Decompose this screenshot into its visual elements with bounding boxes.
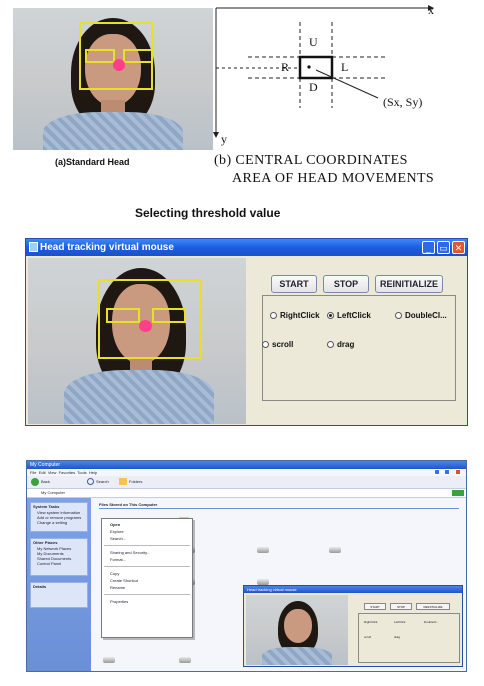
radio-drag[interactable]: drag: [327, 340, 354, 350]
radio-doubleclick[interactable]: DoubleCl...: [395, 311, 447, 321]
caption-central-coordinates-line2: AREA OF HEAD MOVEMENTS: [232, 171, 435, 186]
menu-view[interactable]: View: [48, 470, 57, 475]
side-item-control-panel[interactable]: Control Panel: [31, 561, 87, 566]
mini-camera-feed: [246, 595, 348, 665]
other-places-header: Other Places: [33, 540, 58, 545]
axis-x-label: x: [428, 3, 434, 17]
back-icon[interactable]: [31, 478, 39, 486]
menu-tools[interactable]: Tools: [77, 470, 86, 475]
drive-icon[interactable]: [329, 547, 341, 553]
menu-favorites[interactable]: Favorites: [59, 470, 75, 475]
center-point: [307, 65, 311, 69]
content-header: Files Stored on This Computer: [99, 502, 158, 507]
maximize-button[interactable]: ▭: [437, 241, 450, 254]
context-rename[interactable]: Rename: [102, 584, 192, 591]
search-icon[interactable]: [87, 478, 94, 485]
context-create-shortcut[interactable]: Create Shortcut: [102, 577, 192, 584]
search-button[interactable]: Search: [96, 479, 109, 484]
mini-radio-rightclick[interactable]: RightClick: [364, 620, 378, 625]
drive-icon[interactable]: [179, 657, 191, 663]
context-menu: Open Explore Search... Sharing and Secur…: [101, 518, 193, 638]
right-eye-box: [123, 49, 153, 63]
threshold-caption: Selecting threshold value: [135, 206, 281, 220]
region-down-label: D: [309, 80, 318, 94]
mini-reinitialize-button[interactable]: REINITIALIZE: [416, 603, 450, 610]
explorer-toolbar: Back Search Folders: [27, 476, 466, 489]
caption-standard-head: (a)Standard Head: [55, 157, 130, 167]
folders-icon[interactable]: [119, 478, 127, 485]
radio-leftclick[interactable]: LeftClick: [327, 311, 371, 321]
region-right-label: R: [281, 60, 290, 74]
window-titlebar[interactable]: Head tracking virtual mouse: [26, 239, 467, 256]
context-open[interactable]: Open: [102, 519, 192, 528]
drive-icon[interactable]: [257, 547, 269, 553]
radio-rightclick[interactable]: RightClick: [270, 311, 320, 321]
stop-button[interactable]: STOP: [323, 275, 369, 293]
head-movement-coordinates-diagram: [213, 5, 434, 138]
mini-radio-scroll[interactable]: scroll: [364, 635, 371, 640]
task-pane: System Tasks View system information Add…: [27, 498, 91, 671]
left-eye-box: [85, 49, 115, 63]
reinitialize-button[interactable]: REINITIALIZE: [375, 275, 443, 293]
menu-file[interactable]: File: [30, 470, 36, 475]
camera-feed: [28, 258, 246, 424]
region-up-label: U: [309, 35, 318, 49]
head-tracking-window: Head tracking virtual mouse _ ▭ ✕ START …: [25, 238, 468, 426]
close-button[interactable]: ✕: [452, 241, 465, 254]
content-divider: [99, 508, 459, 509]
window-title: Head tracking virtual mouse: [40, 242, 174, 253]
app-icon: [29, 242, 38, 252]
back-button[interactable]: Back: [41, 479, 50, 484]
folders-button[interactable]: Folders: [129, 479, 142, 484]
system-tasks-header: System Tasks: [33, 504, 60, 509]
mini-stop-button[interactable]: STOP: [390, 603, 412, 610]
minimize-button[interactable]: _: [422, 241, 435, 254]
side-item-change-setting[interactable]: Change a setting: [31, 520, 87, 525]
start-button[interactable]: START: [271, 275, 317, 293]
standard-head-photo: [13, 8, 213, 150]
mini-window-title: Head tracking virtual mouse: [244, 586, 462, 593]
explorer-menubar: File Edit View Favorites Tools Help: [30, 470, 97, 475]
radio-scroll[interactable]: scroll: [262, 340, 293, 350]
context-sharing[interactable]: Sharing and Security...: [102, 549, 192, 556]
nose-marker: [113, 59, 125, 71]
mini-start-button[interactable]: START: [364, 603, 386, 610]
left-eye-box: [106, 308, 140, 323]
context-explore[interactable]: Explore: [102, 528, 192, 535]
region-left-label: L: [341, 60, 349, 74]
menu-help[interactable]: Help: [89, 470, 97, 475]
axis-y-label: y: [221, 132, 227, 146]
mini-radio-drag[interactable]: drag: [394, 635, 400, 640]
caption-central-coordinates-line1: (b) CENTRAL COORDINATES: [214, 153, 408, 168]
address-bar[interactable]: My Computer: [27, 489, 466, 498]
right-eye-box: [152, 308, 186, 323]
drive-icon[interactable]: [103, 657, 115, 663]
mini-radio-leftclick[interactable]: LeftClick: [394, 620, 406, 625]
center-coordinate-label: (Sx, Sy): [383, 95, 423, 109]
context-search[interactable]: Search...: [102, 535, 192, 542]
explorer-titlebar: My Computer: [27, 461, 466, 469]
details-header: Details: [33, 584, 47, 589]
context-properties[interactable]: Properties: [102, 598, 192, 605]
mini-radio-doubleclick[interactable]: DoubleCl...: [424, 620, 439, 625]
nose-marker: [139, 320, 152, 332]
menu-edit[interactable]: Edit: [39, 470, 46, 475]
explorer-screenshot: My Computer File Edit View Favorites Too…: [26, 460, 467, 672]
context-format[interactable]: Format...: [102, 556, 192, 563]
mini-head-tracking-window: Head tracking virtual mouse START STOP R…: [243, 585, 463, 667]
context-copy[interactable]: Copy: [102, 570, 192, 577]
